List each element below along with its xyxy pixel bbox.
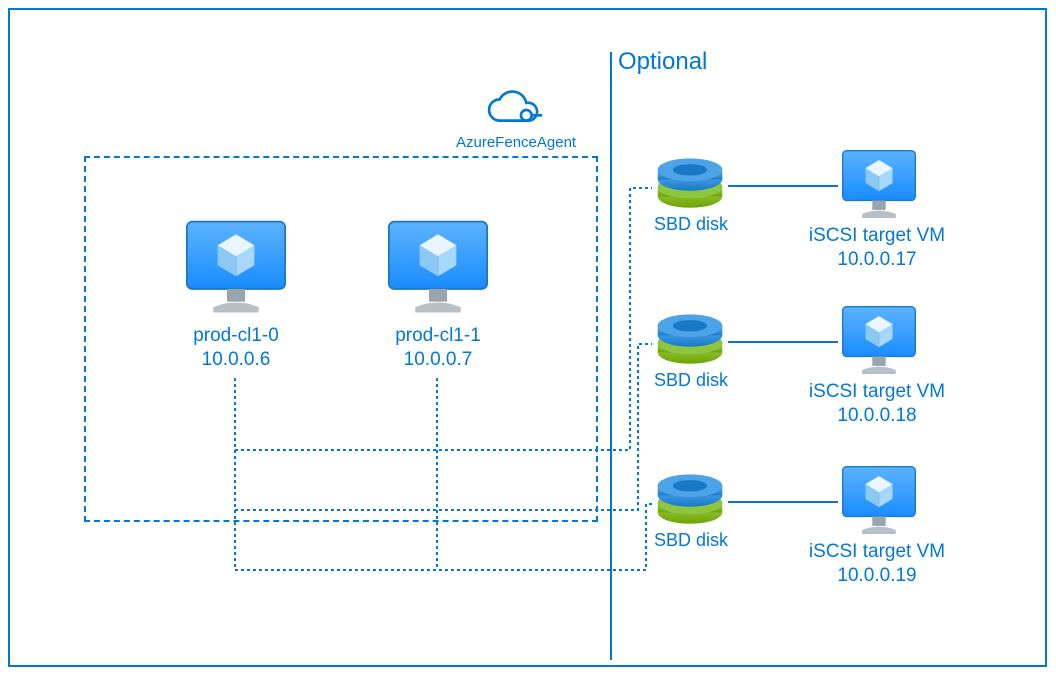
- cluster-box: [84, 156, 598, 522]
- iscsi-vm-3-label: iSCSI target VM 10.0.0.19: [802, 540, 952, 588]
- azure-fence-agent-icon: [482, 90, 544, 130]
- cluster-node-1: prod-cl1-1 10.0.0.7: [382, 218, 494, 372]
- cluster-node-1-ip: 10.0.0.7: [382, 348, 494, 372]
- monitor-icon: [838, 464, 920, 538]
- vertical-divider: [610, 52, 612, 660]
- disk-icon: [652, 158, 728, 212]
- sbd-disk-2: [652, 314, 728, 368]
- monitor-icon: [838, 148, 920, 222]
- iscsi-vm-3: [838, 464, 920, 538]
- cluster-node-1-name: prod-cl1-1: [382, 324, 494, 348]
- diagram-frame: Optional AzureFenceAgent prod-cl1-0 10.0…: [8, 8, 1047, 667]
- cluster-node-0-ip: 10.0.0.6: [180, 348, 292, 372]
- sbd-disk-1: [652, 158, 728, 212]
- sbd-disk-2-label: SBD disk: [650, 370, 732, 391]
- monitor-icon: [180, 218, 292, 318]
- cluster-node-0-name: prod-cl1-0: [180, 324, 292, 348]
- iscsi-vm-1-label: iSCSI target VM 10.0.0.17: [802, 224, 952, 272]
- iscsi-vm-1: [838, 148, 920, 222]
- iscsi-vm-2-label: iSCSI target VM 10.0.0.18: [802, 380, 952, 428]
- sbd-disk-3-label: SBD disk: [650, 530, 732, 551]
- optional-label: Optional: [618, 48, 707, 76]
- disk-icon: [652, 474, 728, 528]
- azure-fence-agent-label: AzureFenceAgent: [456, 134, 576, 151]
- sbd-disk-3: [652, 474, 728, 528]
- monitor-icon: [838, 304, 920, 378]
- sbd-disk-1-label: SBD disk: [650, 214, 732, 235]
- cluster-node-0: prod-cl1-0 10.0.0.6: [180, 218, 292, 372]
- iscsi-vm-2: [838, 304, 920, 378]
- monitor-icon: [382, 218, 494, 318]
- disk-icon: [652, 314, 728, 368]
